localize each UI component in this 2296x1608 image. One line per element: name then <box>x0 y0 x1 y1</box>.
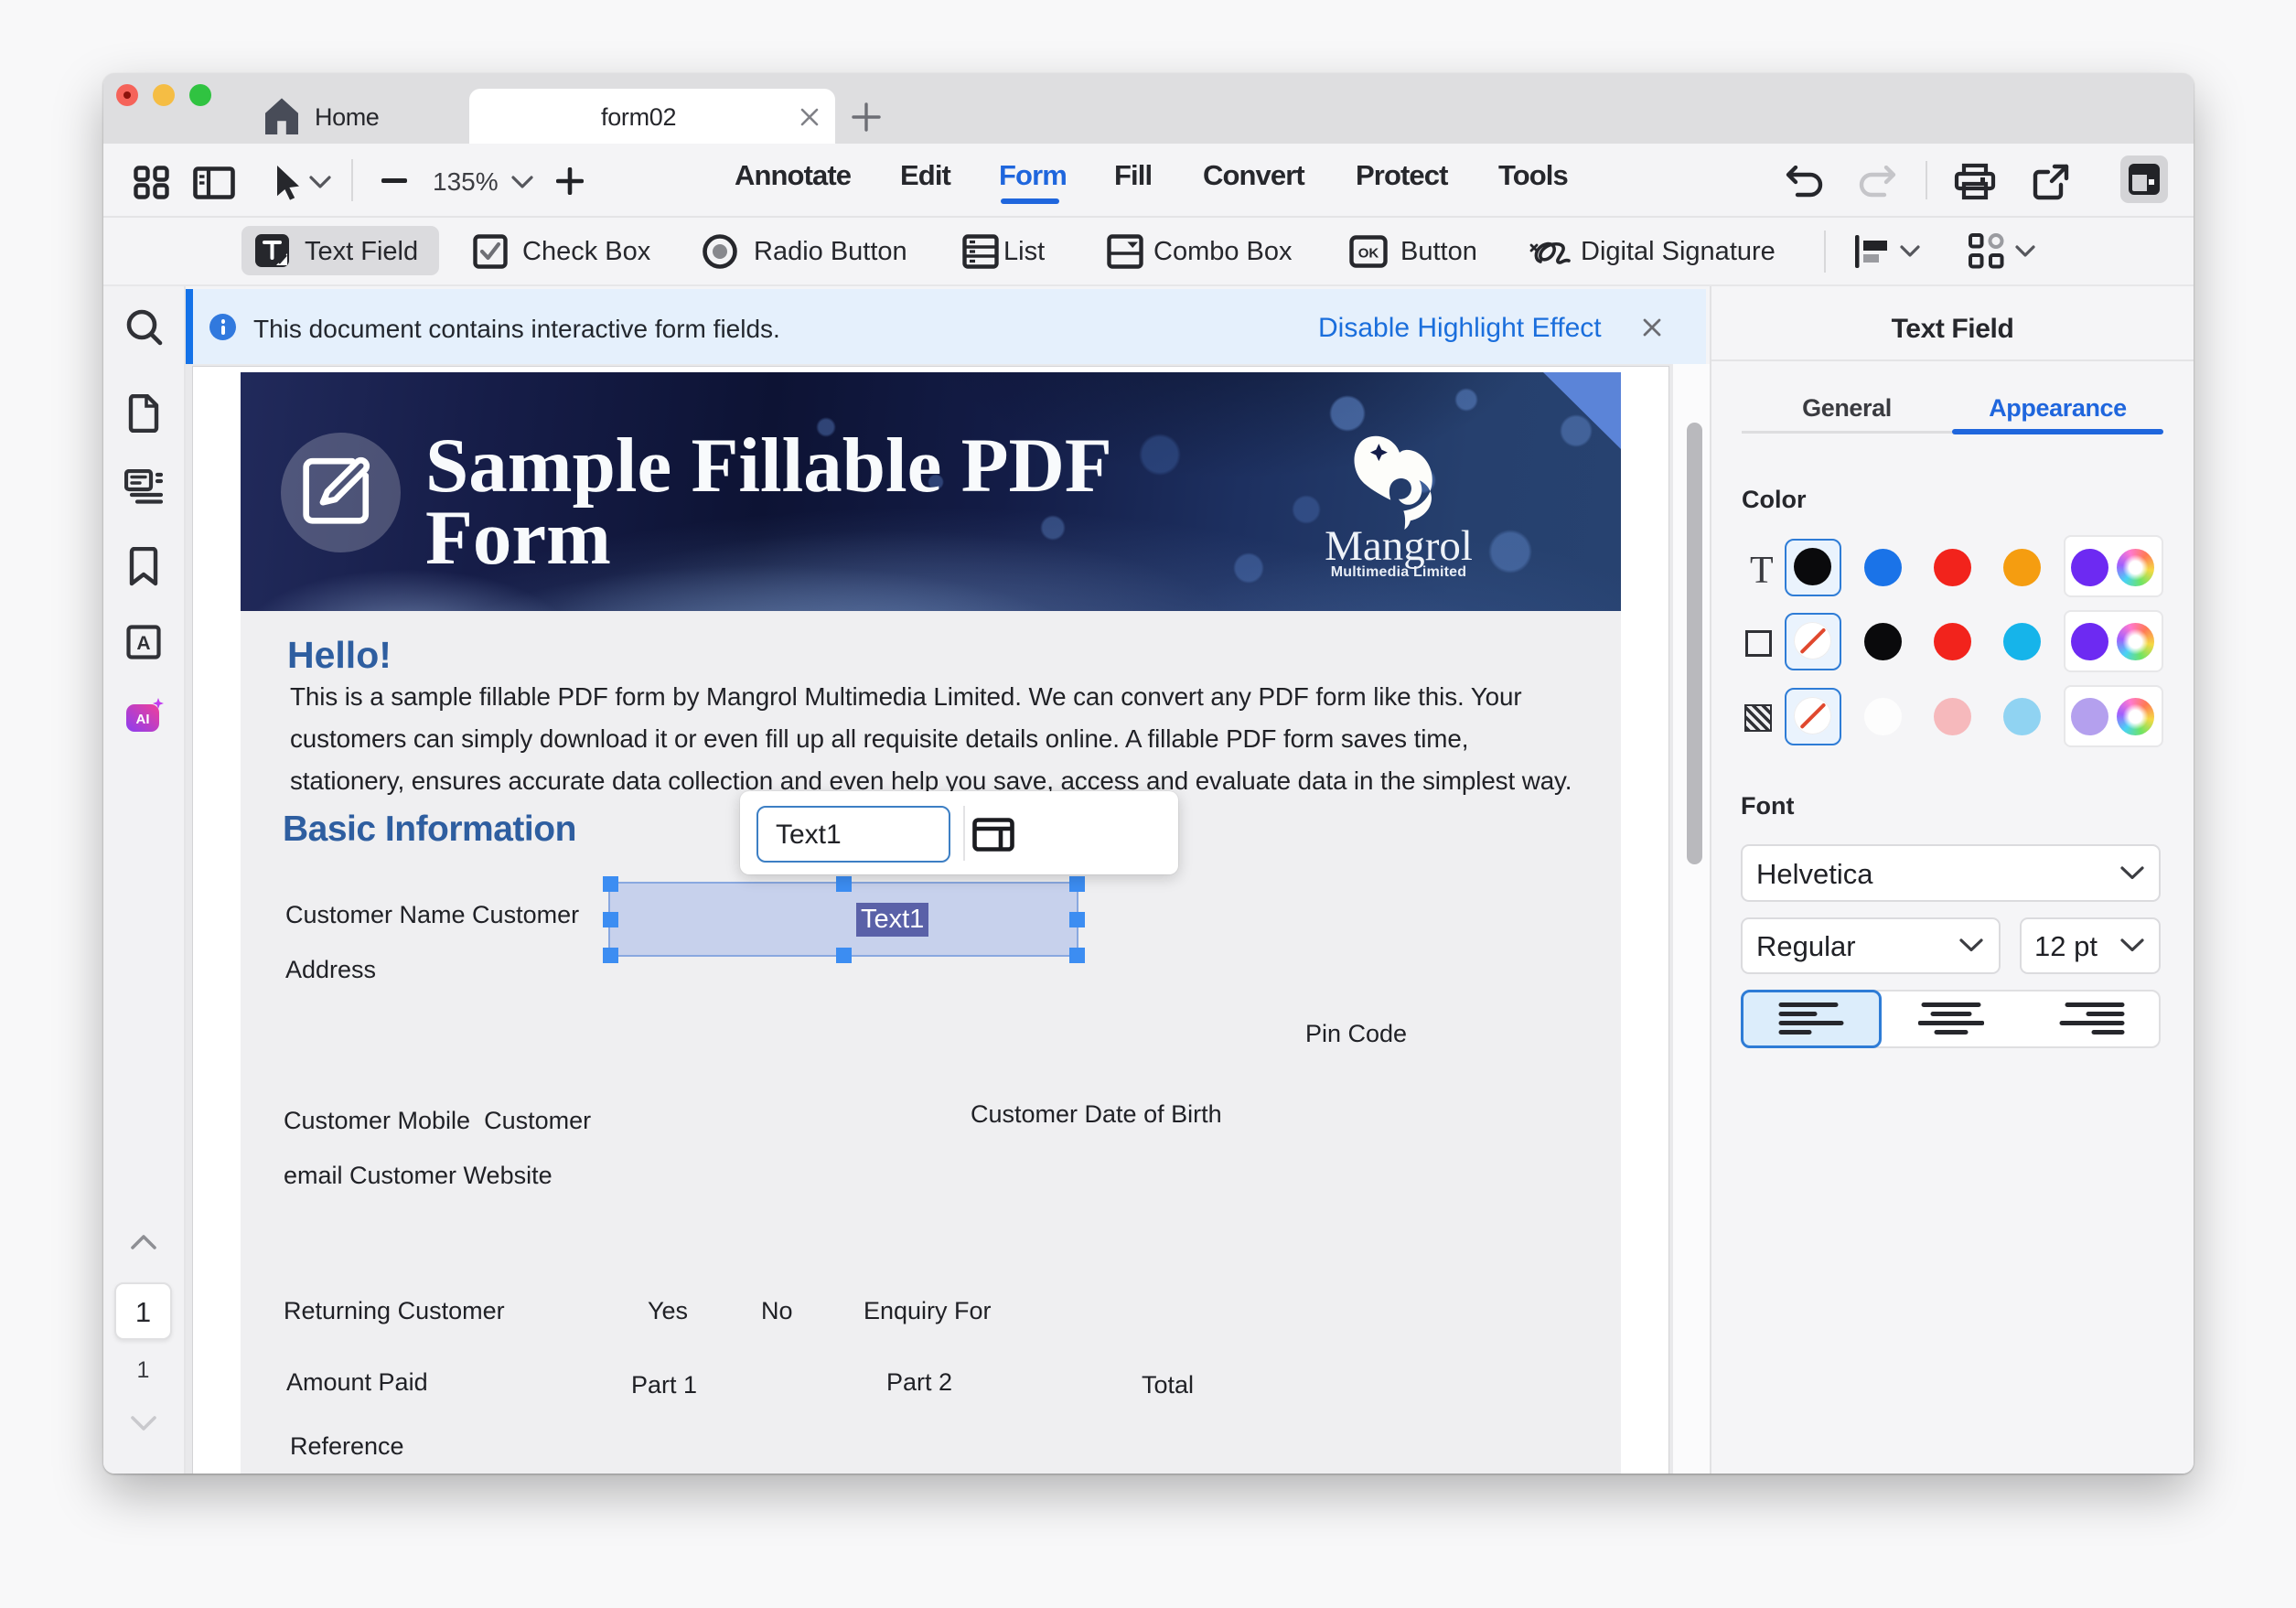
svg-text:AI: AI <box>136 712 150 727</box>
svg-text:A: A <box>136 633 150 654</box>
svg-text:OK: OK <box>1358 246 1379 262</box>
